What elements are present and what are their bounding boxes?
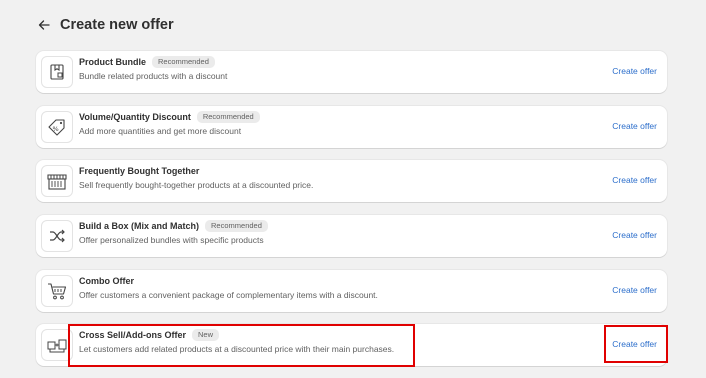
offer-title: Build a Box (Mix and Match) (79, 221, 200, 231)
create-offer-link-build-a-box[interactable]: Create offer (612, 230, 657, 240)
cross-sell-icon (41, 329, 73, 361)
offer-title: Cross Sell/Add-ons Offer (79, 330, 187, 340)
percent-tag-icon: % (41, 111, 73, 143)
cart-icon (41, 275, 73, 307)
shuffle-icon (41, 220, 73, 252)
offer-card-build-a-box: Build a Box (Mix and Match) Recommended … (36, 215, 667, 257)
offer-card-frequently-bought: Frequently Bought Together Sell frequent… (36, 160, 667, 202)
offer-description: Sell frequently bought-together products… (79, 180, 314, 190)
offer-card-cross-sell: Cross Sell/Add-ons Offer New Let custome… (36, 324, 667, 366)
create-offer-link-cross-sell[interactable]: Create offer (612, 339, 657, 349)
offer-card-product-bundle: Product Bundle Recommended Bundle relate… (36, 51, 667, 93)
new-badge: New (192, 329, 220, 341)
offer-title: Volume/Quantity Discount (79, 112, 191, 122)
arrow-left-icon[interactable] (36, 17, 52, 33)
svg-text:%: % (53, 125, 59, 133)
offer-description: Let customers add related products at a … (79, 344, 395, 354)
create-offer-link-volume-discount[interactable]: Create offer (612, 121, 657, 131)
create-offer-link-combo[interactable]: Create offer (612, 285, 657, 295)
offer-card-combo: Combo Offer Offer customers a convenient… (36, 270, 667, 312)
recommended-badge: Recommended (196, 111, 260, 123)
offer-title: Combo Offer (79, 276, 134, 286)
page-title: Create new offer (60, 17, 174, 33)
offer-title: Frequently Bought Together (79, 166, 200, 176)
recommended-badge: Recommended (152, 56, 215, 68)
create-offer-link-product-bundle[interactable]: Create offer (612, 66, 657, 76)
recommended-badge: Recommended (205, 220, 268, 232)
offer-title: Product Bundle (79, 57, 146, 67)
offer-description: Add more quantities and get more discoun… (79, 126, 242, 136)
offer-card-volume-discount: % Volume/Quantity Discount Recommended A… (36, 106, 667, 148)
create-offer-link-frequently-bought[interactable]: Create offer (612, 175, 657, 185)
storefront-icon (41, 165, 73, 197)
offer-description: Offer personalized bundles with specific… (79, 235, 264, 245)
product-bundle-icon (41, 56, 73, 88)
offer-description: Offer customers a convenient package of … (79, 290, 378, 300)
page-header: Create new offer (36, 14, 174, 36)
offer-description: Bundle related products with a discount (79, 71, 228, 81)
